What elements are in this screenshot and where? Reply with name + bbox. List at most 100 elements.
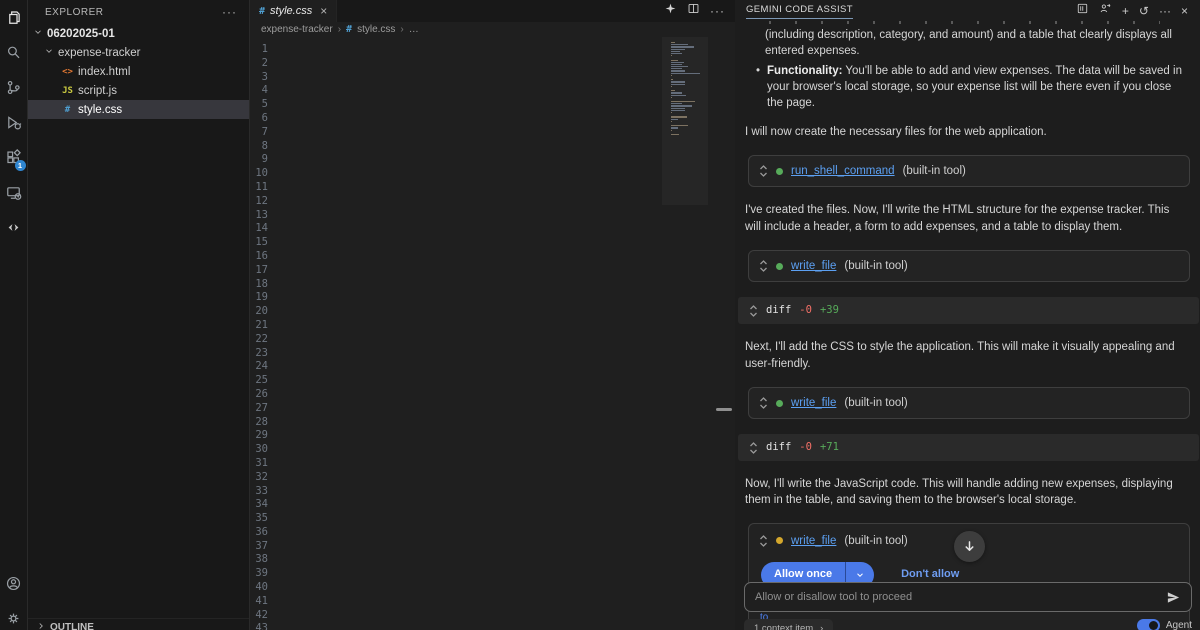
breadcrumb-separator: › [400,24,403,35]
tool-suffix-label: (built-in tool) [844,395,907,411]
chat-input[interactable] [755,591,1166,603]
bullet-text: Functionality: You'll be able to add and… [767,63,1186,112]
line-number: 10 [250,167,282,181]
agent-toggle[interactable] [1137,619,1160,630]
remote-explorer-activity-item[interactable] [0,177,28,212]
minimap[interactable] [671,42,701,136]
tree-item-index-html[interactable]: <>index.html [28,62,249,81]
tool-name-link[interactable]: write_file [791,395,836,411]
tool-call-card[interactable]: write_file(built-in tool) [748,250,1190,282]
gemini-code-assist-activity-item[interactable] [0,212,28,247]
line-number: 35 [250,512,282,526]
outline-section[interactable]: OUTLINE [28,618,249,630]
changes-icon[interactable] [1076,2,1089,20]
tool-name-link[interactable]: write_file [791,258,836,274]
explorer-icon [5,9,22,31]
breadcrumb-file[interactable]: style.css [357,24,395,35]
account-activity-item[interactable] [0,568,28,603]
tree-item-script-js[interactable]: JSscript.js [28,81,249,100]
new-chat-icon[interactable]: + [1122,2,1129,20]
expand-collapse-icon[interactable] [749,304,758,318]
expand-collapse-icon[interactable] [759,259,768,273]
context-items-chip[interactable]: 1 context item › [744,619,833,630]
activity-bar-top: 1 [0,2,28,247]
code-line: 24 [250,360,735,374]
line-number: 8 [250,140,282,154]
close-icon[interactable]: × [1181,2,1188,20]
source-control-icon [5,79,22,101]
line-number: 13 [250,209,282,223]
expand-collapse-icon[interactable] [749,441,758,455]
context-items-label: 1 context item [754,623,813,630]
explorer-activity-item[interactable] [0,2,28,37]
code-line: 41 [250,595,735,609]
code-line: 30 [250,443,735,457]
tool-call-card[interactable]: write_file (built-in tool) [748,387,1190,419]
code-line: 37 [250,540,735,554]
chat-bullet-continuation: (including description, category, and am… [765,27,1186,60]
breadcrumb-symbol[interactable]: … [409,24,419,35]
expand-collapse-icon[interactable] [759,396,768,410]
line-number: 3 [250,71,282,85]
sparkle-icon[interactable] [664,2,677,20]
diff-label: diff [766,440,791,455]
explorer-more-actions-icon[interactable]: ··· [222,5,237,19]
code-line: 23 [250,347,735,361]
breadcrumb-separator: › [338,24,341,35]
tool-name-link[interactable]: run_shell_command [791,163,895,179]
bullet-marker: • [756,63,760,112]
tree-item-root-folder[interactable]: 06202025-01 [28,24,249,43]
tool-name-link[interactable]: write_file [791,533,836,549]
js-file-icon: JS [61,86,74,96]
account-icon [5,575,22,597]
line-number: 2 [250,57,282,71]
explorer-title: EXPLORER [45,7,103,18]
tool-status-dot [776,263,783,270]
breadcrumb-folder[interactable]: expense-tracker [261,24,333,35]
html-file-icon: <> [61,67,74,77]
diff-added-count: +39 [820,303,839,318]
code-line: 21 [250,319,735,333]
more-icon[interactable]: ··· [1159,2,1171,20]
history-icon[interactable]: ↺ [1139,2,1149,20]
split-editor-icon[interactable] [687,2,700,20]
resize-handle[interactable] [716,408,732,411]
code-line: 28 [250,416,735,430]
line-number: 30 [250,443,282,457]
css-file-icon: # [259,6,265,17]
code-editor[interactable]: 1234567891011121314151617181920212223242… [250,37,735,630]
tab-style-css[interactable]: # style.css × [250,0,337,22]
dont-allow-button[interactable]: Don't allow [901,567,959,583]
composer-footer: 1 context item › Agent [744,619,1192,630]
chat-input-box[interactable] [744,582,1192,612]
search-activity-item[interactable] [0,37,28,72]
settings-gear-activity-item[interactable] [0,603,28,630]
panel-header-icons: + ↺ ··· × [1076,2,1188,20]
line-number: 32 [250,471,282,485]
tree-item-style-css[interactable]: #style.css [28,100,249,119]
diff-summary-bar[interactable]: diff-0+39 [738,297,1199,324]
line-number: 39 [250,567,282,581]
diff-removed-count: -0 [799,303,812,318]
expand-collapse-icon[interactable] [759,534,768,548]
source-control-activity-item[interactable] [0,72,28,107]
diff-summary-bar[interactable]: diff-0+71 [738,434,1199,461]
more-actions-icon[interactable]: ··· [710,4,725,18]
share-feedback-icon[interactable] [1099,2,1112,20]
tree-item-folder[interactable]: expense-tracker [28,43,249,62]
clipped-text-row [769,21,1160,24]
scroll-to-bottom-button[interactable] [954,531,985,562]
extensions-activity-item[interactable]: 1 [0,142,28,177]
css-file-icon: # [346,24,352,35]
code-line: 42 [250,609,735,623]
expand-collapse-icon[interactable] [759,164,768,178]
tab-close-icon[interactable]: × [320,4,327,18]
chat-composer: 1 context item › Agent [744,582,1192,630]
line-number: 9 [250,153,282,167]
run-debug-activity-item[interactable] [0,107,28,142]
code-line: 29 [250,429,735,443]
tool-call-card[interactable]: run_shell_command(built-in tool) [748,155,1190,187]
send-icon[interactable] [1166,590,1181,605]
line-number: 7 [250,126,282,140]
chat-bullet-item: •Functionality: You'll be able to add an… [756,63,1186,112]
